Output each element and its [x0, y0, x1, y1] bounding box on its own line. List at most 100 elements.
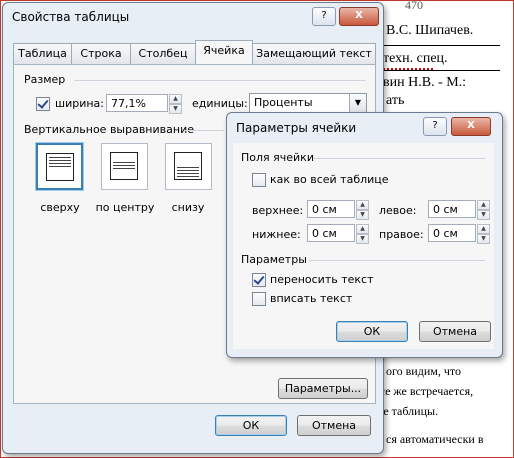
left-margin-input[interactable]: 0 см	[428, 200, 476, 218]
close-icon: X	[467, 120, 475, 131]
top-margin-value: 0 см	[312, 203, 337, 216]
tab-column[interactable]: Столбец	[130, 43, 196, 64]
help-button[interactable]: ?	[423, 117, 447, 136]
right-margin-label: правое:	[379, 228, 424, 241]
cell-options-label: Параметры...	[284, 382, 362, 395]
cell-options-dialog: Параметры ячейки ? X Поля ячейки как во …	[226, 112, 503, 358]
fit-text-label: вписать текст	[270, 292, 353, 305]
close-icon: X	[355, 10, 363, 21]
wrap-text-label: переносить текст	[270, 273, 374, 286]
help-icon: ?	[432, 120, 438, 131]
cancel-button[interactable]: Отмена	[297, 415, 371, 436]
tab-cell[interactable]: Ячейка	[195, 40, 253, 64]
help-button[interactable]: ?	[312, 7, 336, 26]
chevron-down-icon[interactable]: ▼	[349, 94, 366, 112]
tab-label: Столбец	[138, 47, 188, 60]
top-margin-label: верхнее:	[252, 204, 304, 217]
divider	[313, 158, 485, 159]
spin-up-icon[interactable]: ▲	[356, 200, 369, 210]
valign-bottom-label: снизу	[171, 201, 205, 214]
spin-up-icon[interactable]: ▲	[356, 224, 369, 234]
wrap-text-checkbox[interactable]	[252, 273, 266, 287]
divider	[74, 80, 366, 81]
close-button[interactable]: X	[339, 7, 379, 26]
divider	[184, 130, 224, 131]
tab-alt-text[interactable]: Замещающий текст	[252, 43, 376, 64]
ok-label: ОК	[242, 419, 260, 432]
cell-cancel-button[interactable]: Отмена	[419, 321, 491, 342]
doc-text-line: техн. спец.	[383, 51, 448, 66]
dialog-title: Параметры ячейки	[236, 121, 357, 135]
bottom-margin-value: 0 см	[312, 227, 337, 240]
doc-text-line: В.С. Шипачев.	[386, 23, 474, 38]
tab-label: Таблица	[18, 47, 67, 60]
doc-text-line: все же встречается,	[374, 384, 474, 398]
units-label: единицы:	[192, 97, 248, 110]
tab-label: Ячейка	[203, 44, 245, 57]
spin-down-icon[interactable]: ▼	[477, 210, 490, 220]
valign-center-icon	[110, 152, 138, 180]
valign-top-label: сверху	[40, 201, 80, 214]
dialog-titlebar: Параметры ячейки ? X	[227, 113, 502, 141]
spin-up-icon[interactable]: ▲	[477, 224, 490, 234]
ok-label: ОК	[363, 325, 381, 338]
tab-row[interactable]: Строка	[71, 43, 131, 64]
valign-group-label: Вертикальное выравнивание	[24, 123, 194, 136]
left-margin-label: левое:	[379, 204, 417, 217]
valign-center-option[interactable]	[101, 143, 148, 190]
bottom-margin-spinner[interactable]: ▲ ▼	[356, 224, 369, 244]
help-icon: ?	[321, 10, 327, 21]
width-checkbox[interactable]	[36, 97, 50, 111]
same-as-table-label: как во всей таблице	[270, 173, 389, 186]
doc-text-line: ать	[386, 93, 405, 108]
valign-bottom-option[interactable]	[165, 143, 212, 190]
doc-text-line: ее таблицы.	[378, 404, 439, 418]
right-margin-input[interactable]: 0 см	[428, 224, 476, 242]
close-button[interactable]: X	[451, 117, 491, 136]
dialog-title: Свойства таблицы	[12, 10, 130, 24]
width-input[interactable]: 77,1%	[106, 94, 168, 112]
dialog-titlebar: Свойства таблицы ? X	[3, 3, 383, 31]
doc-text-line: ся автоматически в	[386, 432, 484, 446]
bottom-margin-input[interactable]: 0 см	[307, 224, 355, 242]
tab-label: Замещающий текст	[256, 47, 372, 60]
width-value: 77,1%	[111, 97, 146, 110]
tab-strip: Таблица Строка Столбец Ячейка Замещающий…	[13, 40, 376, 65]
cancel-label: Отмена	[432, 325, 478, 338]
top-margin-spinner[interactable]: ▲ ▼	[356, 200, 369, 220]
cell-options-panel: Поля ячейки как во всей таблице верхнее:…	[233, 143, 494, 349]
doc-text-line: ого видим, что	[386, 364, 461, 378]
spin-up-icon[interactable]: ▲	[477, 200, 490, 210]
right-margin-spinner[interactable]: ▲ ▼	[477, 224, 490, 244]
divider	[309, 260, 485, 261]
table-line	[382, 45, 500, 46]
tab-table[interactable]: Таблица	[13, 43, 72, 64]
spin-up-icon[interactable]: ▲	[169, 94, 182, 104]
width-spinner[interactable]: ▲ ▼	[169, 94, 182, 114]
fit-text-checkbox[interactable]	[252, 292, 266, 306]
cell-ok-button[interactable]: ОК	[336, 321, 408, 342]
valign-bottom-icon	[174, 152, 202, 180]
params-group-label: Параметры	[241, 253, 307, 266]
spin-down-icon[interactable]: ▼	[477, 234, 490, 244]
spin-down-icon[interactable]: ▼	[169, 104, 182, 114]
spin-down-icon[interactable]: ▼	[356, 210, 369, 220]
size-group-label: Размер	[24, 73, 66, 86]
units-select[interactable]: Проценты ▼	[249, 93, 367, 113]
cell-options-button[interactable]: Параметры...	[278, 378, 368, 399]
units-value: Проценты	[254, 96, 313, 109]
spin-down-icon[interactable]: ▼	[356, 234, 369, 244]
top-margin-input[interactable]: 0 см	[307, 200, 355, 218]
same-as-table-checkbox[interactable]	[252, 173, 266, 187]
left-margin-value: 0 см	[433, 203, 458, 216]
doc-text-line: вин Н.В. - М.:	[383, 75, 467, 90]
valign-top-icon	[46, 153, 74, 181]
valign-top-option[interactable]	[36, 143, 83, 190]
right-margin-value: 0 см	[433, 227, 458, 240]
valign-center-label: по центру	[95, 201, 155, 214]
ok-button[interactable]: ОК	[215, 415, 287, 436]
cancel-label: Отмена	[311, 419, 357, 432]
doc-text-partial: 470	[405, 0, 423, 12]
left-margin-spinner[interactable]: ▲ ▼	[477, 200, 490, 220]
margins-group-label: Поля ячейки	[241, 151, 314, 164]
